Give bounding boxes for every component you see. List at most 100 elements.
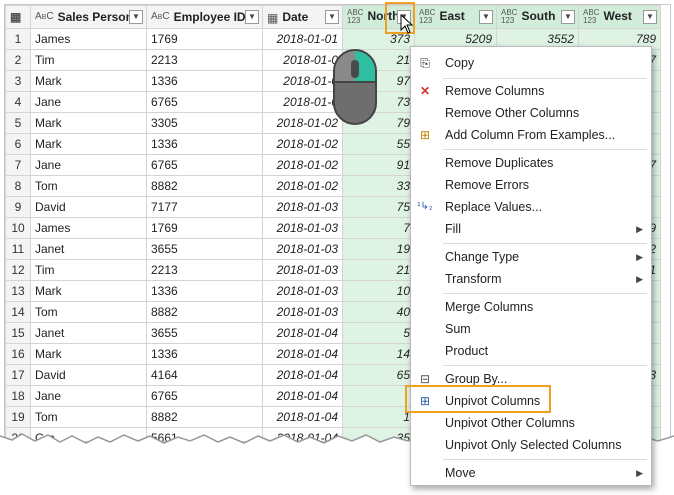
cell-person[interactable]: Tom bbox=[30, 301, 147, 323]
cell-date[interactable]: 2018-01-02 bbox=[262, 133, 343, 155]
cell-date[interactable]: 2018-01-04 bbox=[262, 406, 343, 428]
cell-date[interactable]: 2018-01-03 bbox=[262, 217, 343, 239]
cell-id[interactable]: 1769 bbox=[146, 28, 263, 50]
filter-dropdown-icon[interactable]: ▼ bbox=[245, 10, 259, 24]
cell-date[interactable]: 2018-01-02 bbox=[262, 154, 343, 176]
cell-id[interactable]: 1336 bbox=[146, 343, 263, 365]
any-type-icon: ABC 123 bbox=[419, 8, 436, 25]
cell-person[interactable]: David bbox=[30, 364, 147, 386]
menu-item-move[interactable]: Move ▶ bbox=[411, 462, 651, 484]
cell-north[interactable]: 75 bbox=[342, 196, 415, 218]
cell-person[interactable]: Tim bbox=[30, 259, 147, 281]
menu-item-add-column-from-examples[interactable]: ⊞ Add Column From Examples... bbox=[411, 124, 651, 146]
column-header-employee-id[interactable]: ABC Employee ID ▼ bbox=[146, 5, 263, 29]
cell-id[interactable]: 1336 bbox=[146, 133, 263, 155]
cell-id[interactable]: 4164 bbox=[146, 364, 263, 386]
menu-item-product[interactable]: Product bbox=[411, 340, 651, 362]
column-header-west[interactable]: ABC 123 West ▼ bbox=[578, 5, 661, 29]
cell-id[interactable]: 8882 bbox=[146, 406, 263, 428]
cell-date[interactable]: 2018-01-02 bbox=[262, 175, 343, 197]
cell-id[interactable]: 1769 bbox=[146, 217, 263, 239]
column-header-east[interactable]: ABC 123 East ▼ bbox=[414, 5, 497, 29]
cell-date[interactable]: 2018-01-03 bbox=[262, 238, 343, 260]
cell-person[interactable]: Tim bbox=[30, 49, 147, 71]
table-menu-button[interactable]: ▦ bbox=[5, 5, 31, 29]
cell-date[interactable]: 2018-01-03 bbox=[262, 280, 343, 302]
cell-north[interactable]: 65 bbox=[342, 364, 415, 386]
cell-date[interactable]: 2018-01-03 bbox=[262, 196, 343, 218]
cell-id[interactable]: 8882 bbox=[146, 301, 263, 323]
cell-person[interactable]: Tom bbox=[30, 175, 147, 197]
cell-date[interactable]: 2018-01-04 bbox=[262, 343, 343, 365]
column-context-menu: ⎘ Copy ✕ Remove Columns Remove Other Col… bbox=[410, 46, 652, 486]
cell-north[interactable]: 10 bbox=[342, 280, 415, 302]
menu-item-copy[interactable]: ⎘ Copy bbox=[411, 52, 651, 74]
cell-id[interactable]: 6765 bbox=[146, 385, 263, 407]
column-header-south[interactable]: ABC 123 South ▼ bbox=[496, 5, 579, 29]
cell-date[interactable]: 2018-01-04 bbox=[262, 364, 343, 386]
cell-north[interactable]: 19 bbox=[342, 238, 415, 260]
menu-item-merge-columns[interactable]: Merge Columns bbox=[411, 296, 651, 318]
filter-dropdown-icon[interactable]: ▼ bbox=[479, 10, 493, 24]
cell-north[interactable]: 55 bbox=[342, 133, 415, 155]
cell-person[interactable]: Jane bbox=[30, 154, 147, 176]
menu-item-transform[interactable]: Transform ▶ bbox=[411, 268, 651, 290]
cell-person[interactable]: Mark bbox=[30, 343, 147, 365]
cell-id[interactable]: 6765 bbox=[146, 154, 263, 176]
cell-id[interactable]: 1336 bbox=[146, 70, 263, 92]
cell-north[interactable]: 5 bbox=[342, 322, 415, 344]
menu-item-unpivot-only-selected[interactable]: Unpivot Only Selected Columns bbox=[411, 434, 651, 456]
cell-person[interactable]: Jane bbox=[30, 385, 147, 407]
menu-item-fill[interactable]: Fill ▶ bbox=[411, 218, 651, 240]
cell-person[interactable]: Tom bbox=[30, 406, 147, 428]
cell-id[interactable]: 6765 bbox=[146, 91, 263, 113]
cell-north[interactable]: 1 bbox=[342, 406, 415, 428]
filter-dropdown-icon[interactable]: ▼ bbox=[643, 10, 657, 24]
menu-item-label: Change Type bbox=[445, 250, 520, 264]
cell-person[interactable]: James bbox=[30, 28, 147, 50]
cell-person[interactable]: David bbox=[30, 196, 147, 218]
cell-person[interactable]: Mark bbox=[30, 280, 147, 302]
cell-person[interactable]: Janet bbox=[30, 322, 147, 344]
menu-item-remove-duplicates[interactable]: Remove Duplicates bbox=[411, 152, 651, 174]
cell-date[interactable]: 2018-01-04 bbox=[262, 385, 343, 407]
cell-date[interactable]: 2018-01-04 bbox=[262, 322, 343, 344]
menu-item-change-type[interactable]: Change Type ▶ bbox=[411, 246, 651, 268]
cell-person[interactable]: James bbox=[30, 217, 147, 239]
cell-north[interactable]: 40 bbox=[342, 301, 415, 323]
cell-id[interactable]: 3655 bbox=[146, 238, 263, 260]
cell-person[interactable]: Mark bbox=[30, 112, 147, 134]
column-header-date[interactable]: ▦ Date ▼ bbox=[262, 5, 343, 29]
cell-person[interactable]: Janet bbox=[30, 238, 147, 260]
filter-dropdown-icon[interactable]: ▼ bbox=[561, 10, 575, 24]
cell-north[interactable]: 14 bbox=[342, 343, 415, 365]
menu-item-remove-columns[interactable]: ✕ Remove Columns bbox=[411, 80, 651, 102]
cell-id[interactable]: 3305 bbox=[146, 112, 263, 134]
filter-dropdown-icon[interactable]: ▼ bbox=[325, 10, 339, 24]
cell-north[interactable]: 7 bbox=[342, 217, 415, 239]
cell-person[interactable]: Mark bbox=[30, 70, 147, 92]
cell-person[interactable]: Jane bbox=[30, 91, 147, 113]
filter-dropdown-icon[interactable]: ▼ bbox=[129, 10, 143, 24]
menu-item-remove-other-columns[interactable]: Remove Other Columns bbox=[411, 102, 651, 124]
cell-id[interactable]: 3655 bbox=[146, 322, 263, 344]
cell-north[interactable]: 21 bbox=[342, 259, 415, 281]
remove-columns-icon: ✕ bbox=[419, 84, 431, 98]
cell-id[interactable]: 8882 bbox=[146, 175, 263, 197]
menu-item-unpivot-other-columns[interactable]: Unpivot Other Columns bbox=[411, 412, 651, 434]
row-number: 17 bbox=[5, 364, 31, 386]
menu-item-sum[interactable]: Sum bbox=[411, 318, 651, 340]
cell-id[interactable]: 2213 bbox=[146, 259, 263, 281]
cell-date[interactable]: 2018-01-03 bbox=[262, 259, 343, 281]
cell-north[interactable] bbox=[342, 385, 415, 407]
cell-north[interactable]: 91 bbox=[342, 154, 415, 176]
cell-north[interactable]: 33 bbox=[342, 175, 415, 197]
menu-item-replace-values[interactable]: ¹↳₂ Replace Values... bbox=[411, 196, 651, 218]
cell-date[interactable]: 2018-01-03 bbox=[262, 301, 343, 323]
cell-id[interactable]: 1336 bbox=[146, 280, 263, 302]
cell-id[interactable]: 7177 bbox=[146, 196, 263, 218]
cell-person[interactable]: Mark bbox=[30, 133, 147, 155]
cell-id[interactable]: 2213 bbox=[146, 49, 263, 71]
column-header-sales-person[interactable]: ABC Sales Person ▼ bbox=[30, 5, 147, 29]
menu-item-remove-errors[interactable]: Remove Errors bbox=[411, 174, 651, 196]
